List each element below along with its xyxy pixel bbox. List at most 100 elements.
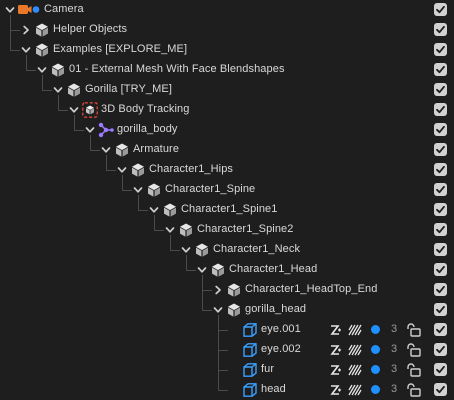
collapse-chevron-icon[interactable] — [116, 164, 128, 176]
enabled-checkbox[interactable] — [434, 243, 447, 256]
object-name-label: Character1_HeadTop_End — [245, 283, 378, 295]
tree-connector — [90, 150, 100, 151]
hierarchy-row[interactable]: Character1_Spine1 — [0, 200, 454, 220]
object-name-label: Camera — [44, 3, 84, 15]
enabled-checkbox[interactable] — [434, 323, 447, 336]
hierarchy-row[interactable]: eye.001 3 — [0, 320, 454, 340]
hierarchy-row[interactable]: Character1_Hips — [0, 160, 454, 180]
object-name-label: Gorilla [TRY_ME] — [85, 83, 172, 95]
hierarchy-row[interactable]: Character1_Head — [0, 260, 454, 280]
enabled-checkbox[interactable] — [434, 183, 447, 196]
layer-tag-icon[interactable] — [329, 343, 343, 357]
enabled-checkbox[interactable] — [434, 3, 447, 16]
material-hatch-icon[interactable] — [348, 383, 362, 397]
null-object-icon — [226, 302, 242, 318]
null-object-icon — [162, 202, 178, 218]
unlock-icon[interactable] — [405, 323, 421, 337]
collapse-chevron-icon[interactable] — [36, 64, 48, 76]
object-name-label: eye.002 — [261, 343, 301, 355]
enabled-checkbox[interactable] — [434, 43, 447, 56]
tree-connector — [170, 250, 180, 251]
hierarchy-row[interactable]: Examples [EXPLORE_ME] — [0, 40, 454, 60]
layer-dot-icon[interactable] — [371, 325, 380, 334]
object-name-label: Character1_Hips — [149, 163, 234, 175]
material-hatch-icon[interactable] — [348, 343, 362, 357]
collapse-chevron-icon[interactable] — [180, 244, 192, 256]
enabled-checkbox[interactable] — [434, 283, 447, 296]
tree-connector — [218, 370, 228, 371]
hierarchy-row[interactable]: Character1_HeadTop_End — [0, 280, 454, 300]
object-name-label: Character1_Spine1 — [181, 203, 278, 215]
collapse-chevron-icon[interactable] — [148, 204, 160, 216]
unlock-icon[interactable] — [405, 363, 421, 377]
expand-chevron-icon[interactable] — [20, 24, 32, 36]
expand-chevron-icon[interactable] — [212, 284, 224, 296]
collapse-chevron-icon[interactable] — [68, 104, 80, 116]
enabled-checkbox[interactable] — [434, 343, 447, 356]
object-name-label: 3D Body Tracking — [101, 103, 190, 115]
hierarchy-row[interactable]: Armature — [0, 140, 454, 160]
render-order-value: 3 — [391, 383, 398, 395]
enabled-checkbox[interactable] — [434, 63, 447, 76]
enabled-checkbox[interactable] — [434, 263, 447, 276]
tree-connector — [218, 390, 228, 391]
tree-connector — [186, 270, 196, 271]
body-tracking-icon — [82, 102, 98, 118]
layer-dot-icon[interactable] — [371, 345, 380, 354]
collapse-chevron-icon[interactable] — [52, 84, 64, 96]
collapse-chevron-icon[interactable] — [100, 144, 112, 156]
collapse-chevron-icon[interactable] — [84, 124, 96, 136]
mesh-cube-icon — [242, 322, 258, 338]
unlock-icon[interactable] — [405, 343, 421, 357]
hierarchy-row[interactable]: Camera — [0, 0, 454, 20]
hierarchy-row[interactable]: gorilla_head — [0, 300, 454, 320]
enabled-checkbox[interactable] — [434, 123, 447, 136]
collapse-chevron-icon[interactable] — [196, 264, 208, 276]
hierarchy-row[interactable]: Character1_Spine2 — [0, 220, 454, 240]
collapse-chevron-icon[interactable] — [132, 184, 144, 196]
enabled-checkbox[interactable] — [434, 143, 447, 156]
tree-connector — [74, 130, 84, 131]
enabled-checkbox[interactable] — [434, 103, 447, 116]
enabled-checkbox[interactable] — [434, 303, 447, 316]
hierarchy-row[interactable]: eye.002 3 — [0, 340, 454, 360]
material-hatch-icon[interactable] — [348, 323, 362, 337]
enabled-checkbox[interactable] — [434, 363, 447, 376]
hierarchy-row[interactable]: 3D Body Tracking — [0, 100, 454, 120]
enabled-checkbox[interactable] — [434, 163, 447, 176]
enabled-checkbox[interactable] — [434, 383, 447, 396]
render-order-value: 3 — [391, 343, 398, 355]
material-hatch-icon[interactable] — [348, 363, 362, 377]
layer-tag-icon[interactable] — [329, 323, 343, 337]
tree-connector — [58, 110, 68, 111]
layer-tag-icon[interactable] — [329, 363, 343, 377]
collapse-chevron-icon[interactable] — [4, 4, 16, 16]
render-order-value: 3 — [391, 323, 398, 335]
enabled-checkbox[interactable] — [434, 83, 447, 96]
hierarchy-row[interactable]: head 3 — [0, 380, 454, 400]
enabled-checkbox[interactable] — [434, 223, 447, 236]
tree-connector — [154, 230, 164, 231]
hierarchy-row[interactable]: Character1_Spine — [0, 180, 454, 200]
null-object-icon — [146, 182, 162, 198]
hierarchy-row[interactable]: fur 3 — [0, 360, 454, 380]
collapse-chevron-icon[interactable] — [20, 44, 32, 56]
layer-dot-icon[interactable] — [371, 385, 380, 394]
hierarchy-row[interactable]: gorilla_body — [0, 120, 454, 140]
tree-connector — [138, 210, 148, 211]
hierarchy-row[interactable]: Helper Objects — [0, 20, 454, 40]
hierarchy-row[interactable]: Character1_Neck — [0, 240, 454, 260]
collapse-chevron-icon[interactable] — [164, 224, 176, 236]
object-name-label: Character1_Neck — [213, 243, 301, 255]
null-object-icon — [194, 242, 210, 258]
tree-connector — [122, 190, 132, 191]
collapse-chevron-icon[interactable] — [212, 304, 224, 316]
hierarchy-row[interactable]: 01 - External Mesh With Face Blendshapes — [0, 60, 454, 80]
null-object-icon — [34, 22, 50, 38]
unlock-icon[interactable] — [405, 383, 421, 397]
layer-dot-icon[interactable] — [371, 365, 380, 374]
enabled-checkbox[interactable] — [434, 23, 447, 36]
enabled-checkbox[interactable] — [434, 203, 447, 216]
layer-tag-icon[interactable] — [329, 383, 343, 397]
hierarchy-row[interactable]: Gorilla [TRY_ME] — [0, 80, 454, 100]
